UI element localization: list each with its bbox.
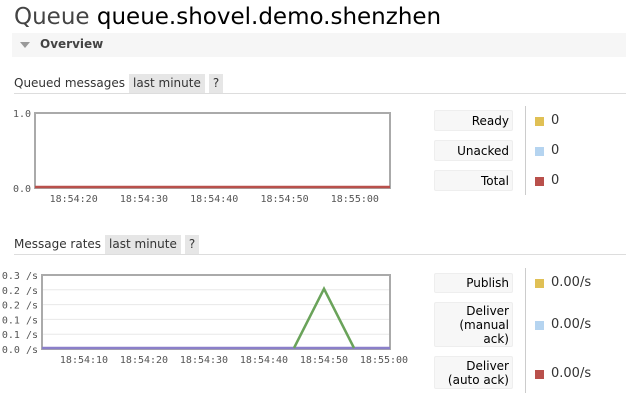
- overview-section-toggle[interactable]: Overview: [12, 33, 626, 57]
- legend-deliver-auto-ack[interactable]: Deliver (auto ack): [434, 356, 513, 389]
- y-tick-label: 0.2 /s: [2, 301, 38, 312]
- legend-ready[interactable]: Ready: [434, 110, 513, 131]
- x-tick-label: 18:54:10: [60, 355, 108, 366]
- plot-frame: [41, 274, 391, 350]
- y-tick-label: 0.2 /s: [2, 286, 38, 297]
- deliver-manual-swatch: [535, 321, 544, 330]
- overview-label: Overview: [40, 37, 104, 51]
- unacked-value: 0: [551, 143, 560, 158]
- legend-divider: [525, 106, 526, 195]
- deliver-auto-swatch: [535, 370, 544, 379]
- deliver-auto-value: 0.00/s: [551, 366, 592, 381]
- total-swatch: [535, 177, 544, 186]
- x-tick-label: 18:54:40: [240, 355, 288, 366]
- page-title: Queue queue.shovel.demo.shenzhen: [14, 4, 442, 30]
- unacked-swatch: [535, 147, 544, 156]
- deliver-manual-value: 0.00/s: [551, 317, 592, 332]
- queued-range-button[interactable]: last minute: [129, 74, 205, 93]
- plot-frame: [34, 112, 391, 189]
- ready-value: 0: [551, 113, 560, 128]
- x-tick-label: 18:54:50: [300, 355, 348, 366]
- queued-messages-chart: 0.0 1.0 18:54:20 18:54:30 18:54:40 18:54:50 18…: [13, 109, 391, 205]
- publish-value: 0.00/s: [551, 275, 592, 290]
- total-value: 0: [551, 173, 560, 188]
- x-tick-label: 18:54:30: [120, 194, 168, 205]
- queued-messages-label: Queued messages: [14, 76, 126, 90]
- publish-swatch: [535, 279, 544, 288]
- message-rates-header: Message rates last minute ?: [14, 235, 626, 255]
- series-line-other: [292, 286, 356, 349]
- y-tick-label: 0.1 /s: [2, 330, 38, 341]
- x-tick-label: 18:54:30: [180, 355, 228, 366]
- x-tick-label: 18:54:20: [120, 355, 168, 366]
- queued-messages-header: Queued messages last minute ?: [14, 74, 626, 94]
- message-rates-label: Message rates: [14, 237, 102, 251]
- legend-unacked[interactable]: Unacked: [434, 140, 513, 161]
- legend-publish[interactable]: Publish: [434, 273, 513, 293]
- y-tick-label: 0.0: [13, 184, 31, 195]
- rates-range-button[interactable]: last minute: [105, 235, 181, 254]
- queued-help-button[interactable]: ?: [208, 74, 224, 93]
- legend-deliver-manual-ack[interactable]: Deliver (manual ack): [434, 302, 513, 347]
- y-tick-label: 0.0 /s: [2, 345, 38, 356]
- message-rates-chart: 0.0 /s 0.1 /s 0.1 /s 0.2 /s 0.2 /s 0.3 /s 18:5…: [2, 271, 408, 366]
- collapse-triangle-icon: [20, 42, 30, 48]
- x-tick-label: 18:55:00: [331, 194, 379, 205]
- rates-help-button[interactable]: ?: [184, 235, 200, 254]
- legend-total[interactable]: Total: [434, 170, 513, 191]
- y-tick-label: 1.0: [13, 109, 31, 120]
- x-tick-label: 18:54:20: [50, 194, 98, 205]
- y-tick-label: 0.1 /s: [2, 315, 38, 326]
- legend-divider: [525, 268, 526, 393]
- y-tick-label: 0.3 /s: [2, 271, 38, 282]
- x-tick-label: 18:54:40: [190, 194, 238, 205]
- x-tick-label: 18:54:50: [260, 194, 308, 205]
- ready-swatch: [535, 117, 544, 126]
- x-tick-label: 18:55:00: [360, 355, 408, 366]
